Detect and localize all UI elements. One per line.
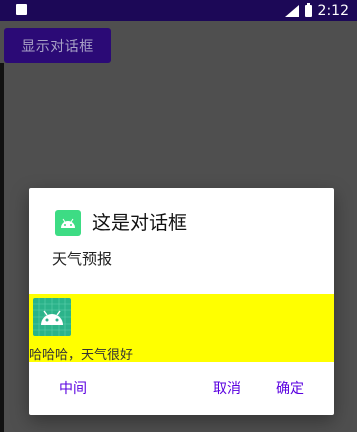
signal-icon	[284, 4, 299, 17]
show-dialog-button[interactable]: 显示对话框	[4, 28, 111, 63]
notification-icon	[16, 4, 27, 15]
dialog-message: 天气预报	[52, 250, 113, 268]
android-launcher-icon	[33, 298, 71, 336]
status-time: 2:12	[317, 2, 349, 19]
dialog-title: 这是对话框	[92, 212, 188, 234]
confirm-button[interactable]: 确定	[276, 378, 304, 398]
android-icon	[55, 210, 81, 236]
left-edge-shadow	[0, 63, 4, 432]
status-bar-right: 2:12	[284, 1, 349, 20]
neutral-button[interactable]: 中间	[59, 378, 87, 398]
status-bar: 2:12	[0, 0, 357, 21]
custom-view-panel: 哈哈哈，天气很好	[29, 294, 334, 363]
alert-dialog: 这是对话框 天气预报 哈哈哈，天气很好 中间 取消 确定	[29, 188, 334, 415]
custom-view-text: 哈哈哈，天气很好	[29, 348, 134, 363]
cancel-button[interactable]: 取消	[213, 378, 241, 398]
battery-icon	[304, 2, 312, 17]
